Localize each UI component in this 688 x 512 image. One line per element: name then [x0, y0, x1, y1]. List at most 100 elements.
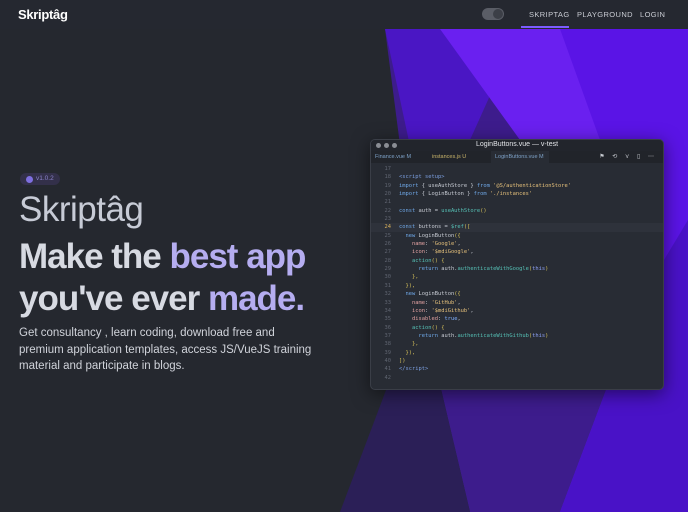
code-token: return: [399, 266, 442, 273]
code-editor-window: LoginButtons.vue — v-test Finance.vue M …: [370, 139, 664, 390]
window-title: LoginButtons.vue — v-test: [475, 141, 559, 148]
code-token: buttons =: [415, 224, 451, 231]
code-token: true: [444, 316, 458, 323]
code-line: 22 const auth = useAuthStore(): [371, 207, 663, 215]
tab-loginbuttons[interactable]: LoginButtons.vue M: [491, 151, 549, 163]
code-token: ]): [399, 357, 406, 364]
code-line: 28 action() {: [371, 257, 663, 265]
code-token: from: [476, 182, 490, 189]
code-token: authenticateWithGoogle: [457, 266, 529, 273]
line-number: 20: [384, 191, 392, 198]
line-number: 23: [384, 216, 392, 223]
code-token: ,: [470, 249, 474, 256]
code-token: '$mdiGithub': [431, 307, 471, 314]
line-number: 30: [384, 274, 392, 281]
line-number: 40: [384, 357, 392, 364]
code-line: 39 }),: [371, 349, 663, 357]
code-token: const: [399, 207, 416, 214]
tab-instances[interactable]: instances.js U: [428, 151, 490, 163]
line-number: 26: [384, 241, 392, 248]
hero-description: Get consultancy , learn coding, download…: [19, 327, 312, 372]
code-token: this: [532, 332, 546, 339]
code-line: 24 const buttons = $ref([: [371, 223, 663, 232]
line-number: 28: [384, 257, 392, 264]
line-number: 17: [384, 166, 392, 172]
version-badge[interactable]: v1.0.2: [20, 173, 60, 185]
top-nav: Skriptâg SKRIPTAG PLAYGROUND LOGIN: [0, 0, 688, 29]
line-number: 39: [384, 349, 392, 356]
code-token: name: [399, 299, 425, 306]
version-text: v1.0.2: [36, 175, 54, 182]
code-area[interactable]: 17 18 <script setup> 19 import { useAuthStor…: [371, 163, 663, 382]
headline-accent: made.: [207, 279, 305, 318]
code-token: (): [480, 207, 487, 214]
code-token: disabled: [399, 316, 438, 323]
code-token: ,: [457, 316, 461, 323]
code-token: ,: [470, 307, 474, 314]
theme-toggle[interactable]: [482, 8, 504, 20]
code-token: action: [399, 324, 432, 331]
code-token: ): [545, 332, 549, 339]
line-number: 22: [384, 207, 392, 214]
headline-accent: best app: [169, 237, 307, 276]
logo[interactable]: Skriptâg: [18, 7, 68, 22]
code-token: ({: [454, 291, 461, 298]
code-token: authenticateWithGithub: [457, 332, 529, 339]
code-token: action: [399, 257, 432, 264]
code-token: 'Google': [431, 241, 458, 248]
code-line: 40]): [371, 357, 663, 365]
code-token: ,: [457, 299, 461, 306]
editor-action-icons[interactable]: ⚑ ⟲ ⋎ ▯ ⋯: [599, 153, 657, 160]
code-line: 30 },: [371, 273, 663, 281]
code-token: './instances': [486, 191, 533, 198]
code-token: '@S/authenticationStore': [489, 182, 572, 189]
line-number: 32: [384, 291, 392, 298]
code-token: auth.: [441, 266, 458, 273]
code-token: import: [399, 191, 419, 198]
line-number: 18: [384, 174, 392, 181]
code-token: useAuthStore: [441, 207, 481, 214]
code-token: icon: [399, 249, 425, 256]
code-token: { useAuthStore }: [418, 182, 477, 189]
code-token: <script setup>: [399, 174, 445, 181]
code-line: 42: [371, 374, 663, 382]
code-line: 31 }),: [371, 282, 663, 290]
code-token: () {: [431, 257, 445, 264]
line-number: 21: [384, 199, 392, 206]
code-line: 20 import { LoginButton } from './instanc…: [371, 190, 663, 198]
line-number: 29: [384, 266, 392, 273]
window-titlebar: LoginButtons.vue — v-test: [371, 140, 663, 151]
code-token: LoginButton: [418, 291, 455, 298]
tab-finance[interactable]: Finance.vue M: [371, 151, 426, 163]
nav-playground[interactable]: PLAYGROUND: [577, 10, 633, 19]
code-line: 27 icon: '$mdiGoogle',: [371, 248, 663, 256]
code-line: 29 return auth. authenticateWithGoogle(th…: [371, 265, 663, 273]
line-number: 38: [384, 341, 392, 348]
code-line: 21: [371, 198, 663, 206]
code-token: ): [545, 266, 549, 273]
code-line: 32 new LoginButton({: [371, 290, 663, 298]
code-token: ({: [454, 232, 461, 239]
code-token: import: [399, 182, 419, 189]
line-number: 31: [384, 282, 392, 289]
code-line: 36 action() {: [371, 324, 663, 332]
active-nav-indicator: [521, 26, 569, 28]
code-line: 17: [371, 165, 663, 173]
line-number: 25: [384, 232, 392, 239]
headline-part: you've ever: [19, 279, 208, 318]
code-token: { LoginButton }: [418, 191, 474, 198]
code-token: ,: [457, 241, 461, 248]
code-token: </script>: [399, 366, 429, 373]
code-token: LoginButton: [418, 232, 455, 239]
code-token: icon: [399, 307, 425, 314]
line-number: 41: [384, 366, 392, 373]
code-token: auth =: [415, 207, 442, 214]
code-token: '$mdiGoogle': [431, 249, 471, 256]
nav-login[interactable]: LOGIN: [640, 10, 665, 19]
line-number: 37: [384, 332, 392, 339]
code-token: new: [399, 232, 419, 239]
nav-skriptag[interactable]: SKRIPTAG: [529, 10, 570, 19]
code-line: 37 return auth. authenticateWithGithub(th…: [371, 332, 663, 340]
code-line: 35 disabled: true,: [371, 315, 663, 323]
code-token: const: [399, 224, 416, 231]
